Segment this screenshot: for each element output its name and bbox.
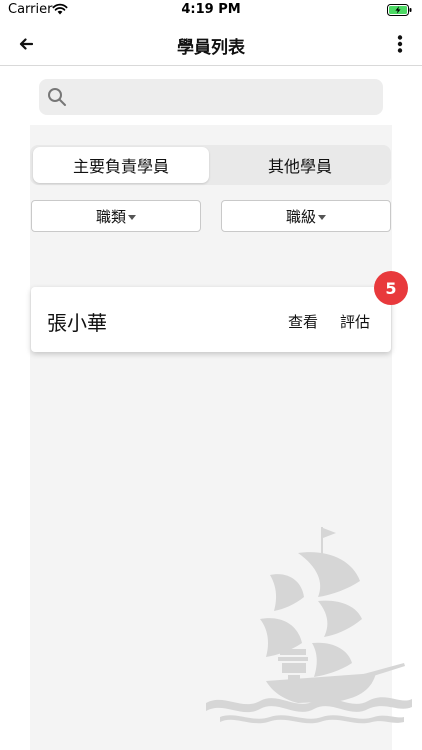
tab-other-students[interactable]: 其他學員: [211, 147, 389, 183]
job-level-label: 職級: [285, 207, 316, 226]
job-level-filter[interactable]: 職級: [221, 200, 391, 232]
job-category-filter[interactable]: 職類: [31, 200, 201, 232]
more-menu-button[interactable]: [388, 32, 412, 56]
search-icon: [48, 88, 66, 106]
battery-charging-icon: [387, 4, 412, 16]
pending-count-badge: 5: [374, 271, 408, 305]
caret-down-icon: [128, 214, 136, 220]
more-vertical-icon: [397, 35, 403, 53]
evaluate-button[interactable]: 評估: [340, 311, 370, 332]
sailing-ship-watermark: [206, 527, 412, 724]
student-name: 張小華: [47, 311, 107, 335]
search-input[interactable]: [39, 79, 383, 115]
page-title: 學員列表: [177, 38, 245, 58]
job-category-label: 職類: [95, 207, 126, 226]
navigation-bar: 學員列表: [0, 22, 422, 66]
student-type-segmented-control: 主要負責學員 其他學員: [30, 145, 391, 185]
status-time: 4:19 PM: [181, 2, 241, 17]
student-card: 張小華 查看 評估: [31, 287, 391, 352]
caret-down-icon: [318, 214, 326, 220]
view-button[interactable]: 查看: [288, 311, 318, 332]
tab-primary-students[interactable]: 主要負責學員: [33, 147, 209, 183]
status-bar: Carrier 4:19 PM: [0, 0, 422, 22]
